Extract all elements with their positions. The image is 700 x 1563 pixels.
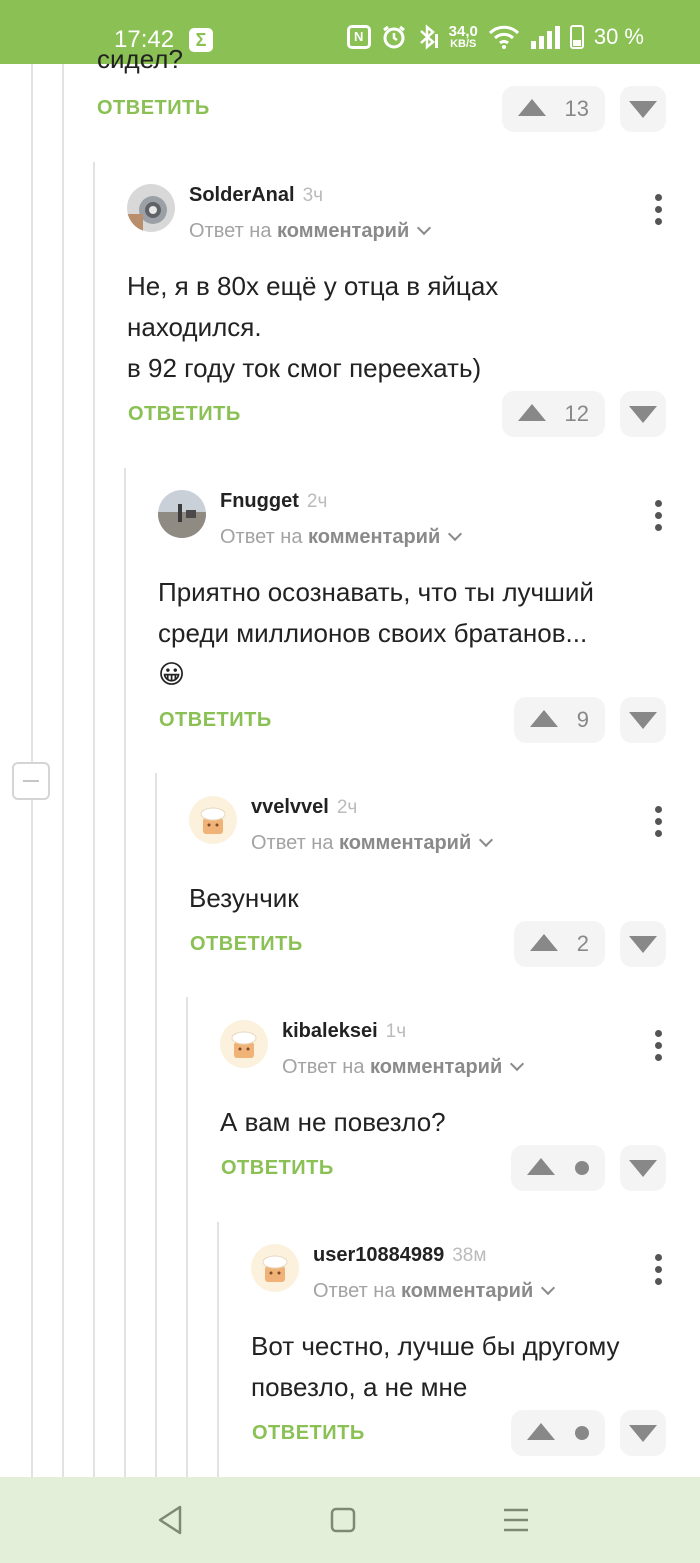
username[interactable]: Fnugget 2ч [220, 490, 327, 513]
downvote-icon[interactable] [620, 1410, 666, 1456]
comment-text: Вот честно, лучше бы другому повезло, а … [251, 1331, 620, 1402]
reply-button[interactable]: ОТВЕТИТЬ [190, 933, 303, 956]
reply-to[interactable]: Ответ на комментарий [189, 220, 432, 243]
chevron-down-icon [479, 832, 494, 848]
comment-text: Приятно осознавать, что ты лучший среди … [158, 572, 594, 695]
comment: user10884989 38м Ответ на комментарий Вот… [251, 1244, 700, 1414]
vote-count-hidden [575, 1426, 589, 1440]
reply-to[interactable]: Ответ на комментарий [282, 1056, 525, 1079]
home-icon[interactable] [329, 1504, 357, 1536]
chevron-down-icon [510, 1056, 525, 1072]
upvote-icon[interactable] [530, 710, 558, 727]
reply-button[interactable]: ОТВЕТИТЬ [252, 1422, 365, 1445]
thread-line [155, 773, 157, 1477]
comment-time: 2ч [336, 797, 358, 818]
comment: vvelvvel 2ч Ответ на комментарий Везунчик [189, 796, 700, 926]
reply-button[interactable]: ОТВЕТИТЬ [97, 97, 210, 120]
reply-button[interactable]: ОТВЕТИТЬ [128, 403, 241, 426]
signal-icon [530, 26, 560, 49]
thread-line [124, 468, 126, 1477]
vote-box: 13 [502, 86, 605, 132]
vote-count: 13 [564, 96, 589, 121]
more-options-icon[interactable] [655, 194, 663, 230]
vote-box: 2 [514, 921, 605, 967]
reply-button[interactable]: ОТВЕТИТЬ [221, 1157, 334, 1180]
vote-count: 2 [576, 931, 589, 956]
avatar[interactable] [189, 796, 237, 844]
reply-to[interactable]: Ответ на комментарий [313, 1280, 556, 1303]
wifi-icon [488, 25, 519, 49]
vote-box [511, 1145, 605, 1191]
vote-box [511, 1410, 605, 1456]
reply-to[interactable]: Ответ на комментарий [251, 832, 494, 855]
vote-box: 9 [514, 697, 605, 743]
battery-percent: 30 % [593, 24, 644, 49]
notification-app-icon: Σ [189, 28, 213, 52]
downvote-icon[interactable] [620, 1145, 666, 1191]
menu-icon[interactable] [502, 1504, 530, 1536]
username[interactable]: SolderAnal 3ч [189, 184, 323, 207]
username[interactable]: user10884989 38м [313, 1244, 486, 1267]
more-options-icon[interactable] [655, 806, 663, 842]
more-options-icon[interactable] [655, 1254, 663, 1290]
comment-text: Везунчик [189, 883, 299, 913]
avatar[interactable] [220, 1020, 268, 1068]
upvote-icon[interactable] [530, 934, 558, 951]
reply-button[interactable]: ОТВЕТИТЬ [159, 709, 272, 732]
vote-count: 12 [564, 401, 589, 426]
downvote-icon[interactable] [620, 921, 666, 967]
comment-text: сидел? [97, 44, 183, 74]
avatar[interactable] [127, 184, 175, 232]
vote-count: 9 [576, 707, 589, 732]
avatar[interactable] [251, 1244, 299, 1292]
vote-count-hidden [575, 1161, 589, 1175]
emoji: 😀 [158, 659, 186, 689]
comment-text: А вам не повезло? [220, 1107, 446, 1137]
alarm-icon [382, 25, 405, 49]
more-options-icon[interactable] [655, 500, 663, 536]
chevron-down-icon [448, 526, 463, 542]
comment: kibaleksei 1ч Ответ на комментарий А вам … [220, 1020, 700, 1150]
chevron-down-icon [417, 220, 432, 236]
downvote-icon[interactable] [620, 697, 666, 743]
vote-box: 12 [502, 391, 605, 437]
collapse-thread-button[interactable] [12, 762, 50, 800]
thread-line [93, 162, 95, 1477]
upvote-icon[interactable] [527, 1158, 555, 1175]
chevron-down-icon [541, 1280, 556, 1296]
battery-icon [569, 25, 584, 49]
network-speed: 34,0 KB/S [448, 23, 478, 50]
thread-line [217, 1222, 219, 1477]
thread-line [31, 64, 33, 762]
avatar[interactable] [158, 490, 206, 538]
downvote-icon[interactable] [620, 86, 666, 132]
thread-line [31, 800, 33, 1477]
back-icon[interactable] [156, 1504, 184, 1536]
upvote-icon[interactable] [527, 1423, 555, 1440]
username[interactable]: vvelvvel 2ч [251, 796, 357, 819]
comment-text: Не, я в 80х ещё у отца в яйцах находился… [127, 271, 499, 383]
more-options-icon[interactable] [655, 1030, 663, 1066]
comment-time: 38м [452, 1245, 487, 1266]
downvote-icon[interactable] [620, 391, 666, 437]
nfc-icon: N [346, 25, 371, 49]
upvote-icon[interactable] [518, 404, 546, 421]
comment-time: 1ч [385, 1021, 407, 1042]
comment-time: 2ч [306, 491, 328, 512]
username[interactable]: kibaleksei 1ч [282, 1020, 406, 1043]
system-navigation-bar [0, 1477, 700, 1563]
bluetooth-icon [419, 24, 438, 50]
thread-line [62, 64, 64, 1477]
thread-line [186, 997, 188, 1477]
reply-to[interactable]: Ответ на комментарий [220, 526, 463, 549]
comment-time: 3ч [302, 185, 324, 206]
upvote-icon[interactable] [518, 99, 546, 116]
